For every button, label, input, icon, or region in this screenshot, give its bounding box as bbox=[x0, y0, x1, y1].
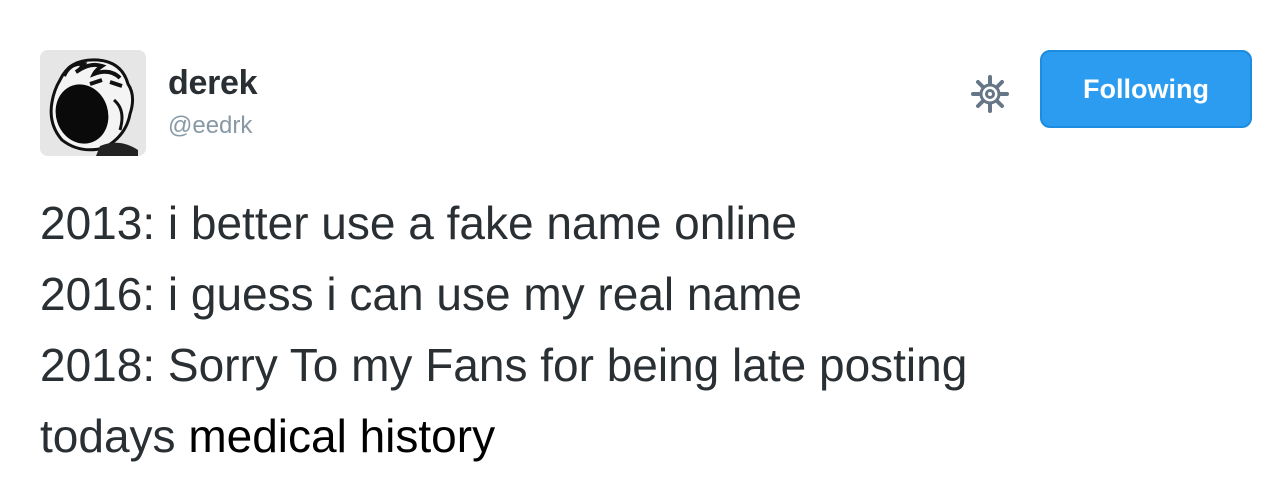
gear-icon[interactable] bbox=[970, 74, 1010, 114]
tweet-line-2: 2016: i guess i can use my real name bbox=[40, 268, 802, 320]
tweet-line-4: todays medical history bbox=[40, 401, 1260, 472]
gear-icon-graphic bbox=[971, 75, 1009, 113]
display-name[interactable]: derek bbox=[168, 64, 258, 103]
avatar[interactable] bbox=[40, 50, 146, 156]
tweet-text: 2013: i better use a fake name online 20… bbox=[40, 188, 1260, 472]
tweet-card: derek @eedrk Following 2013: i better us… bbox=[0, 0, 1280, 480]
tweet-line-4-start: todays bbox=[40, 410, 176, 462]
user-handle[interactable]: @eedrk bbox=[168, 112, 252, 140]
tweet-line-4-edited: medical history bbox=[188, 410, 496, 462]
screaming-face-icon bbox=[40, 50, 146, 156]
tweet-line-3: 2018: Sorry To my Fans for being late po… bbox=[40, 339, 968, 391]
following-button[interactable]: Following bbox=[1040, 50, 1252, 128]
tweet-line-1: 2013: i better use a fake name online bbox=[40, 197, 797, 249]
